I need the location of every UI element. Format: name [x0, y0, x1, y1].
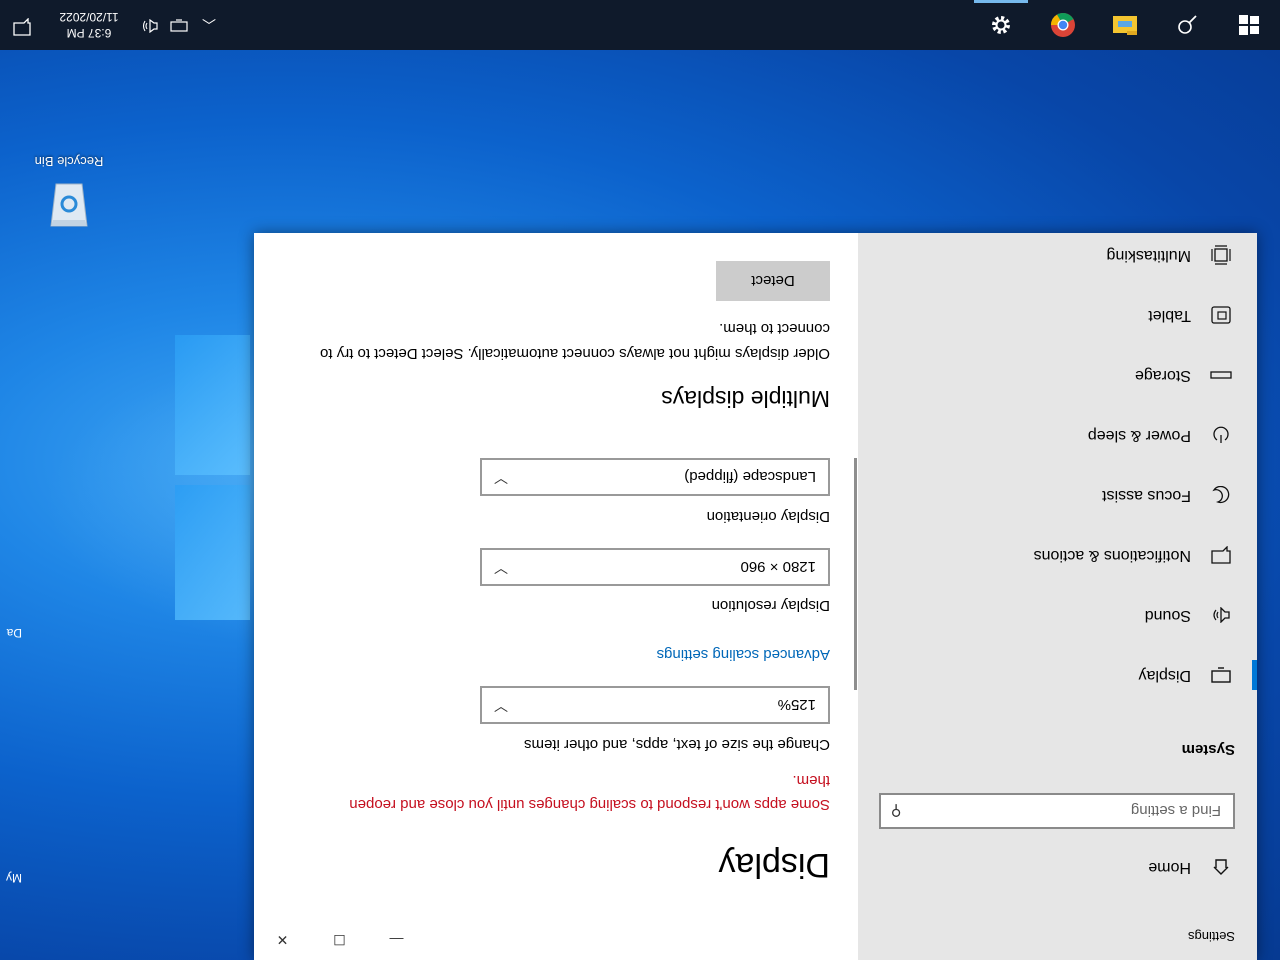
network-icon[interactable]	[164, 17, 194, 34]
clock-date: 11/20/2022	[59, 10, 119, 24]
sidebar-item-label: Power & sleep	[1087, 427, 1191, 444]
taskbar-clock[interactable]: 6:37 PM 11/20/2022	[44, 9, 134, 41]
scale-dropdown[interactable]: 125% ﹀	[480, 686, 830, 724]
window-title: Settings	[1188, 929, 1235, 944]
volume-icon[interactable]	[134, 17, 164, 34]
taskbar-apps	[970, 0, 1280, 50]
advanced-scaling-link[interactable]: Advanced scaling settings	[657, 646, 830, 663]
search-input[interactable]	[911, 801, 1233, 821]
wallpaper-logo-pane	[175, 335, 250, 475]
orientation-value: Landscape (flipped)	[684, 468, 816, 486]
home-label: Home	[1148, 859, 1191, 876]
wallpaper-logo-pane	[175, 485, 250, 620]
sidebar-item-storage[interactable]: Storage	[858, 345, 1257, 405]
multiple-displays-heading: Multiple displays	[661, 386, 830, 412]
multiple-displays-description: Older displays might not always connect …	[320, 320, 830, 362]
scale-value: 125%	[777, 696, 816, 714]
settings-icon	[992, 16, 1010, 34]
recycle-bin-icon	[50, 183, 88, 227]
sidebar-item-power-sleep[interactable]: Power & sleep	[858, 405, 1257, 465]
display-settings-pane: — ☐ ✕ Display Some apps won't respond to…	[254, 233, 858, 960]
home-nav-item[interactable]: Home	[1148, 858, 1235, 876]
sidebar-item-label: Tablet	[1148, 307, 1191, 324]
desktop: My Da Recycle Bin Settings Home ⚲ System	[0, 0, 1280, 960]
search-icon	[1178, 15, 1197, 34]
settings-window: Settings Home ⚲ System Display Sound	[254, 233, 1257, 960]
sidebar-item-focus-assist[interactable]: Focus assist	[858, 465, 1257, 525]
search-button[interactable]	[1156, 0, 1218, 50]
clock-time: 6:37 PM	[66, 26, 112, 40]
sidebar-item-label: Notifications & actions	[1033, 547, 1191, 564]
resolution-value: 1280 × 960	[740, 558, 817, 576]
storage-icon	[1207, 370, 1235, 380]
scale-label: Change the size of text, apps, and other…	[523, 736, 830, 753]
speaker-icon	[1207, 607, 1235, 623]
chevron-down-icon: ﹀	[494, 469, 508, 485]
orientation-dropdown[interactable]: Landscape (flipped) ﹀	[480, 458, 830, 496]
desktop-edge-label: My	[6, 871, 22, 885]
window-controls: — ☐ ✕	[254, 920, 425, 960]
page-title: Display	[718, 846, 830, 884]
settings-taskbar-button[interactable]	[970, 0, 1032, 50]
sidebar-item-tablet[interactable]: Tablet	[858, 285, 1257, 345]
sidebar-item-display[interactable]: Display	[858, 645, 1257, 705]
file-explorer-button[interactable]	[1094, 0, 1156, 50]
power-icon	[1207, 426, 1235, 444]
chevron-down-icon: ﹀	[494, 559, 508, 575]
settings-sidebar: Settings Home ⚲ System Display Sound	[858, 233, 1257, 960]
notification-icon	[1207, 546, 1235, 564]
sidebar-item-label: Focus assist	[1102, 487, 1191, 504]
resolution-dropdown[interactable]: 1280 × 960 ﹀	[480, 548, 830, 586]
taskbar: ︿ 6:37 PM 11/20/2022	[0, 0, 1280, 50]
tablet-icon	[1207, 306, 1235, 324]
sidebar-item-label: Sound	[1144, 607, 1191, 624]
sidebar-item-label: Storage	[1134, 367, 1191, 384]
resolution-label: Display resolution	[711, 597, 830, 614]
recycle-bin-label: Recycle Bin	[34, 154, 104, 169]
chrome-button[interactable]	[1032, 0, 1094, 50]
action-center-icon[interactable]	[0, 14, 44, 37]
detect-button[interactable]: Detect	[716, 261, 830, 301]
monitor-icon	[1207, 667, 1235, 683]
main-scrollbar[interactable]	[854, 458, 857, 690]
moon-icon	[1207, 486, 1235, 504]
file-explorer-icon	[1113, 16, 1137, 35]
group-title: System	[1181, 741, 1235, 758]
settings-search-box[interactable]: ⚲	[879, 793, 1235, 829]
chevron-down-icon: ﹀	[494, 697, 508, 713]
start-icon	[1239, 15, 1259, 35]
scaling-warning: Some apps won't respond to scaling chang…	[349, 772, 830, 813]
system-tray: ︿ 6:37 PM 11/20/2022	[0, 0, 224, 50]
recycle-bin-shortcut[interactable]: Recycle Bin	[24, 154, 114, 230]
home-icon	[1207, 858, 1235, 876]
maximize-button[interactable]: ☐	[311, 920, 368, 960]
close-button[interactable]: ✕	[254, 920, 311, 960]
sidebar-item-label: Multitasking	[1106, 247, 1191, 264]
chrome-icon	[1051, 12, 1075, 37]
start-button[interactable]	[1218, 0, 1280, 50]
chevron-up-icon[interactable]: ︿	[194, 15, 224, 35]
minimize-button[interactable]: —	[368, 920, 425, 960]
sidebar-nav: Display Sound Notifications & actions Fo…	[858, 225, 1257, 705]
desktop-edge-label: Da	[6, 626, 22, 640]
sidebar-item-sound[interactable]: Sound	[858, 585, 1257, 645]
multitasking-icon	[1207, 245, 1235, 265]
search-icon[interactable]: ⚲	[881, 802, 911, 820]
sidebar-item-notifications[interactable]: Notifications & actions	[858, 525, 1257, 585]
orientation-label: Display orientation	[706, 508, 830, 525]
sidebar-item-label: Display	[1138, 667, 1191, 684]
sidebar-item-multitasking[interactable]: Multitasking	[858, 225, 1257, 285]
